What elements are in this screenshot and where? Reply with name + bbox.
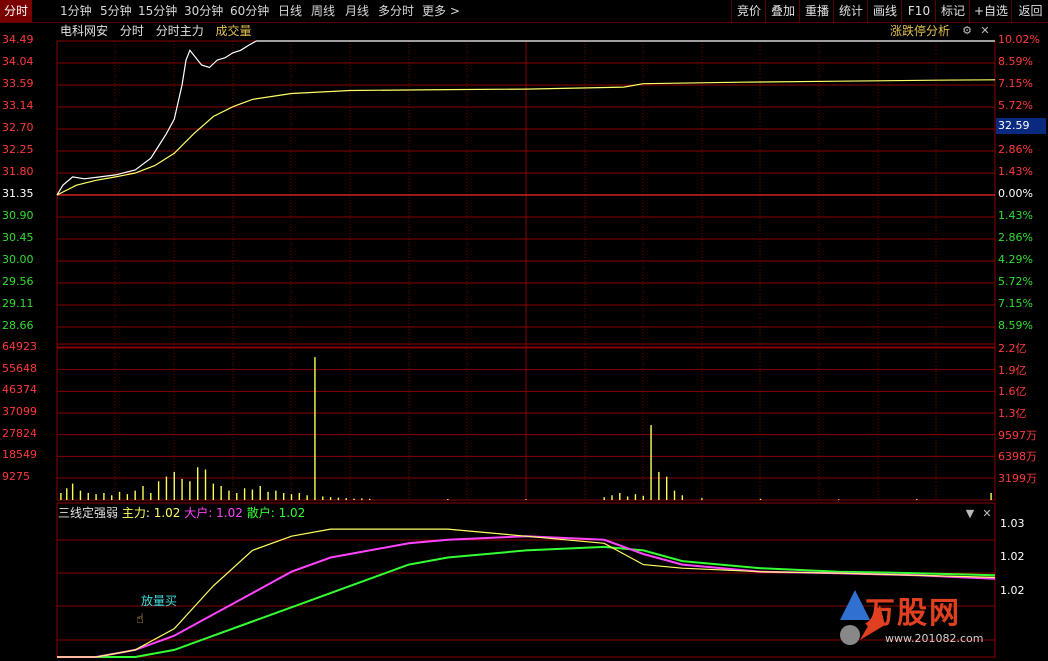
pct-tick-label: 5.72%	[998, 99, 1033, 112]
pct-tick-label: 10.02%	[998, 33, 1040, 46]
dropdown-icon[interactable]: ▼	[963, 505, 977, 523]
view-label: 分时	[119, 24, 144, 38]
pct-tick-label: 0.00%	[998, 187, 1033, 200]
current-price-tag: 32.59	[996, 118, 1046, 134]
volume-tick-label: 37099	[2, 405, 37, 418]
settings-gear-icon[interactable]: ⚙	[960, 22, 974, 40]
volume-tick-label: 46374	[2, 383, 37, 397]
pct-tick-label: 4.29%	[998, 253, 1033, 266]
price-tick-label: 30.45	[2, 231, 34, 244]
pct-tick-label: 8.59%	[998, 55, 1033, 68]
price-tick-label: 31.35	[2, 187, 34, 200]
ind-axis-2: 1.02	[1000, 550, 1025, 563]
amount-tick-label: 9597万	[998, 428, 1037, 442]
pct-tick-label: 8.59%	[998, 319, 1033, 332]
big-holder-label: 大户: 1.02	[184, 506, 243, 520]
volume-tick-label: 18549	[2, 448, 37, 462]
close-icon[interactable]: ✕	[978, 22, 992, 40]
amount-tick-label: 1.6亿	[998, 385, 1027, 399]
retail-label: 散户: 1.02	[246, 506, 306, 520]
pct-tick-label: 2.86%	[998, 231, 1033, 244]
amount-tick-label: 2.2亿	[998, 342, 1027, 355]
price-tick-label: 34.04	[2, 55, 34, 68]
pct-tick-label: 1.43%	[998, 209, 1033, 222]
brand-logo-text: 万股网	[865, 596, 961, 631]
chart-header: 电科网安 分时 分时主力 成交量	[60, 22, 260, 40]
amount-tick-label: 3199万	[998, 472, 1037, 485]
intraday-chart[interactable]	[0, 0, 1048, 661]
pct-tick-label: 1.43%	[998, 165, 1033, 178]
amount-tick-label: 6398万	[998, 450, 1037, 464]
amount-tick-label: 1.3亿	[998, 407, 1027, 420]
volume-tick-label: 27824	[2, 426, 37, 440]
ind-axis-1: 1.03	[1000, 517, 1025, 530]
main-force-label: 主力: 1.02	[121, 506, 181, 520]
indicator-label: 分时主力	[155, 24, 204, 38]
price-tick-label: 33.59	[2, 77, 34, 90]
price-tick-label: 28.66	[2, 319, 34, 332]
price-tick-label: 34.49	[2, 33, 34, 46]
pct-tick-label: 7.15%	[998, 297, 1033, 310]
pct-tick-label: 5.72%	[998, 275, 1033, 288]
price-tick-label: 30.90	[2, 209, 34, 222]
brand-url: www.201082.com	[885, 632, 984, 645]
stock-name: 电科网安	[60, 24, 109, 38]
price-tick-label: 30.00	[2, 253, 34, 266]
pct-tick-label: 7.15%	[998, 77, 1033, 90]
indicator-header: 三线定强弱 主力: 1.02 大户: 1.02 散户: 1.02	[58, 505, 305, 521]
price-tick-label: 31.80	[2, 165, 34, 178]
hand-pointer-icon: ☝	[136, 612, 144, 627]
price-tick-label: 29.11	[2, 297, 34, 310]
indicator-name[interactable]: 三线定强弱	[58, 506, 118, 520]
volume-label[interactable]: 成交量	[216, 24, 252, 38]
volume-tick-label: 9275	[2, 470, 30, 483]
pct-tick-label: 2.86%	[998, 143, 1033, 156]
price-tick-label: 33.14	[2, 99, 34, 112]
price-tick-label: 29.56	[2, 275, 34, 288]
volume-tick-label: 55648	[2, 361, 37, 375]
amount-tick-label: 1.9亿	[998, 363, 1027, 377]
price-tick-label: 32.25	[2, 143, 34, 156]
price-tick-label: 32.70	[2, 121, 34, 134]
heavy-buy-annotation: 放量买	[141, 594, 178, 608]
limit-analysis-link[interactable]: 涨跌停分析	[890, 22, 950, 40]
close-indicator-icon[interactable]: ✕	[980, 505, 994, 523]
volume-tick-label: 64923	[2, 340, 37, 353]
